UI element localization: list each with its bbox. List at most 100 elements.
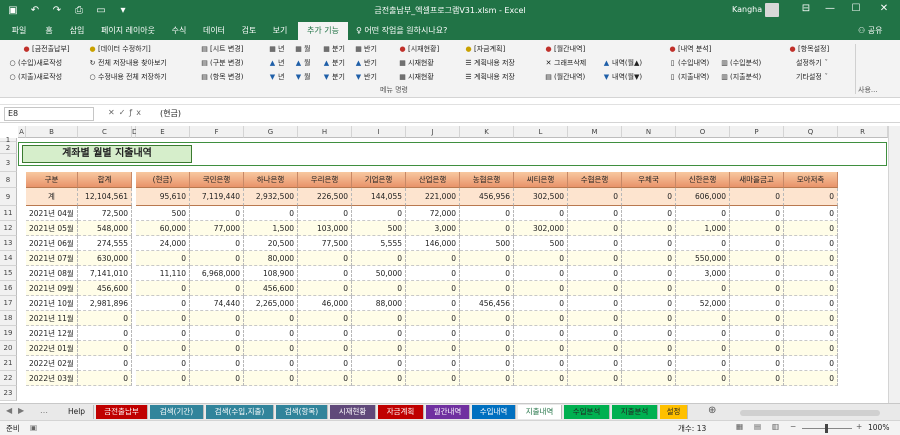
table-cell[interactable]: 0	[190, 341, 244, 356]
table-cell[interactable]: 0	[352, 341, 406, 356]
cash-status-button-1[interactable]: ▦ 시재현황	[398, 57, 434, 69]
income-detail-button[interactable]: ▯ (수입내역)	[668, 57, 710, 69]
table-cell[interactable]: 0	[676, 356, 730, 371]
column-header[interactable]: F	[190, 126, 244, 138]
row-header[interactable]: 11	[0, 206, 17, 221]
table-cell[interactable]: 0	[730, 266, 784, 281]
cash-status-button-2[interactable]: ▦ 시재현황	[398, 71, 434, 83]
save-plan-button-2[interactable]: ☰ 계획내용 저장	[464, 71, 515, 83]
table-cell[interactable]: 0	[352, 356, 406, 371]
sheet-change-menu-button[interactable]: ▤ [시트 변경]	[200, 43, 243, 55]
table-cell[interactable]: 0	[676, 281, 730, 296]
table-cell[interactable]: 0	[622, 296, 676, 311]
row-header[interactable]: 20	[0, 341, 17, 356]
month-view-button[interactable]: ▦ 월	[294, 43, 310, 55]
quarter-up-button[interactable]: ▲ 분기	[322, 57, 345, 69]
user-name[interactable]: Kangha	[732, 5, 762, 14]
table-cell[interactable]: 50,000	[352, 266, 406, 281]
table-cell[interactable]: 0	[352, 371, 406, 386]
table-cell[interactable]: 0	[730, 326, 784, 341]
column-header[interactable]: R	[838, 126, 888, 138]
monthly-detail-button[interactable]: ▤ (월간내역)	[544, 71, 585, 83]
total-cell[interactable]: 0	[622, 188, 676, 206]
column-header[interactable]: A	[18, 126, 26, 138]
row-header[interactable]: 19	[0, 326, 17, 341]
table-cell[interactable]: 0	[514, 371, 568, 386]
table-header-cell[interactable]: 새마을금고	[730, 172, 784, 188]
add-sheet-icon[interactable]: ⊕	[708, 405, 716, 416]
sheet-tab[interactable]: 자금계획	[378, 405, 424, 419]
table-cell[interactable]: 0	[676, 326, 730, 341]
table-cell[interactable]: 0	[136, 341, 190, 356]
cancel-icon[interactable]: ✕	[108, 108, 119, 117]
year-view-button[interactable]: ▦ 년	[268, 43, 284, 55]
table-cell[interactable]: 0	[460, 326, 514, 341]
table-cell[interactable]: 0	[568, 281, 622, 296]
close-icon[interactable]: ✕	[874, 3, 894, 14]
table-cell[interactable]: 456,600	[78, 281, 132, 296]
page-layout-view-icon[interactable]: ▤	[754, 422, 761, 431]
table-cell[interactable]: 0	[730, 236, 784, 251]
table-cell[interactable]: 2021년 06월	[26, 236, 78, 251]
table-cell[interactable]: 2021년 11월	[26, 311, 78, 326]
formula-input[interactable]: (현금)	[160, 108, 181, 119]
table-cell[interactable]: 302,000	[514, 221, 568, 236]
table-cell[interactable]: 0	[78, 341, 132, 356]
table-cell[interactable]: 0	[514, 326, 568, 341]
ribbon-display-icon[interactable]: ⊟	[796, 3, 816, 14]
sheet-nav-left-icon[interactable]: ◀	[6, 406, 12, 415]
row-header[interactable]: 23	[0, 386, 17, 401]
table-cell[interactable]: 0	[784, 311, 838, 326]
table-cell[interactable]: 0	[622, 311, 676, 326]
table-cell[interactable]: 0	[78, 371, 132, 386]
column-header[interactable]: O	[676, 126, 730, 138]
table-cell[interactable]: 0	[298, 281, 352, 296]
zoom-level[interactable]: 100%	[868, 423, 889, 432]
sheet-tab[interactable]: 월간내역	[426, 405, 470, 419]
tab-file[interactable]: 파일	[6, 22, 32, 40]
row-header[interactable]: 2	[0, 142, 17, 154]
table-cell[interactable]: 0	[514, 251, 568, 266]
table-cell[interactable]: 0	[730, 221, 784, 236]
table-cell[interactable]: 0	[190, 236, 244, 251]
share-button[interactable]: ⚇ 공유	[858, 22, 882, 40]
table-cell[interactable]: 0	[622, 326, 676, 341]
sheet-tab[interactable]: 지출내역	[518, 405, 562, 419]
page-break-view-icon[interactable]: ▥	[772, 422, 779, 431]
table-cell[interactable]: 456,600	[244, 281, 298, 296]
quarter-view-button[interactable]: ▦ 분기	[322, 43, 345, 55]
cash-status-menu-button[interactable]: ● [시재현황]	[398, 43, 439, 55]
table-cell[interactable]: 0	[406, 266, 460, 281]
total-cell[interactable]: 302,500	[514, 188, 568, 206]
table-cell[interactable]: 0	[78, 326, 132, 341]
table-cell[interactable]: 0	[190, 371, 244, 386]
table-cell[interactable]: 0	[352, 326, 406, 341]
table-cell[interactable]: 0	[784, 356, 838, 371]
tell-me-box[interactable]: ♀ 어떤 작업을 원하시나요?	[356, 22, 447, 40]
table-cell[interactable]: 550,000	[676, 251, 730, 266]
table-cell[interactable]: 0	[298, 341, 352, 356]
table-cell[interactable]: 0	[244, 326, 298, 341]
zoom-slider-thumb[interactable]	[825, 424, 828, 433]
tab-data[interactable]: 데이터	[197, 22, 231, 40]
table-cell[interactable]: 2022년 03월	[26, 371, 78, 386]
column-header[interactable]: L	[514, 126, 568, 138]
table-cell[interactable]: 0	[622, 206, 676, 221]
table-cell[interactable]: 456,456	[460, 296, 514, 311]
table-cell[interactable]: 0	[78, 311, 132, 326]
minimize-icon[interactable]: —	[820, 3, 840, 14]
table-cell[interactable]: 0	[730, 296, 784, 311]
table-cell[interactable]: 0	[622, 251, 676, 266]
table-cell[interactable]: 0	[244, 356, 298, 371]
fund-plan-menu-button[interactable]: ● [자금계획]	[464, 43, 505, 55]
table-cell[interactable]: 11,110	[136, 266, 190, 281]
table-cell[interactable]: 0	[784, 371, 838, 386]
more-sheets-icon[interactable]: …	[40, 406, 48, 415]
table-cell[interactable]: 60,000	[136, 221, 190, 236]
sheet-tab[interactable]: 수입분석	[564, 405, 610, 419]
table-header-cell[interactable]: 우체국	[622, 172, 676, 188]
table-cell[interactable]: 274,555	[78, 236, 132, 251]
sheet-tab[interactable]: 수입내역	[472, 405, 516, 419]
table-cell[interactable]: 0	[136, 251, 190, 266]
item-change-button[interactable]: ▤ (항목 변경)	[200, 71, 243, 83]
